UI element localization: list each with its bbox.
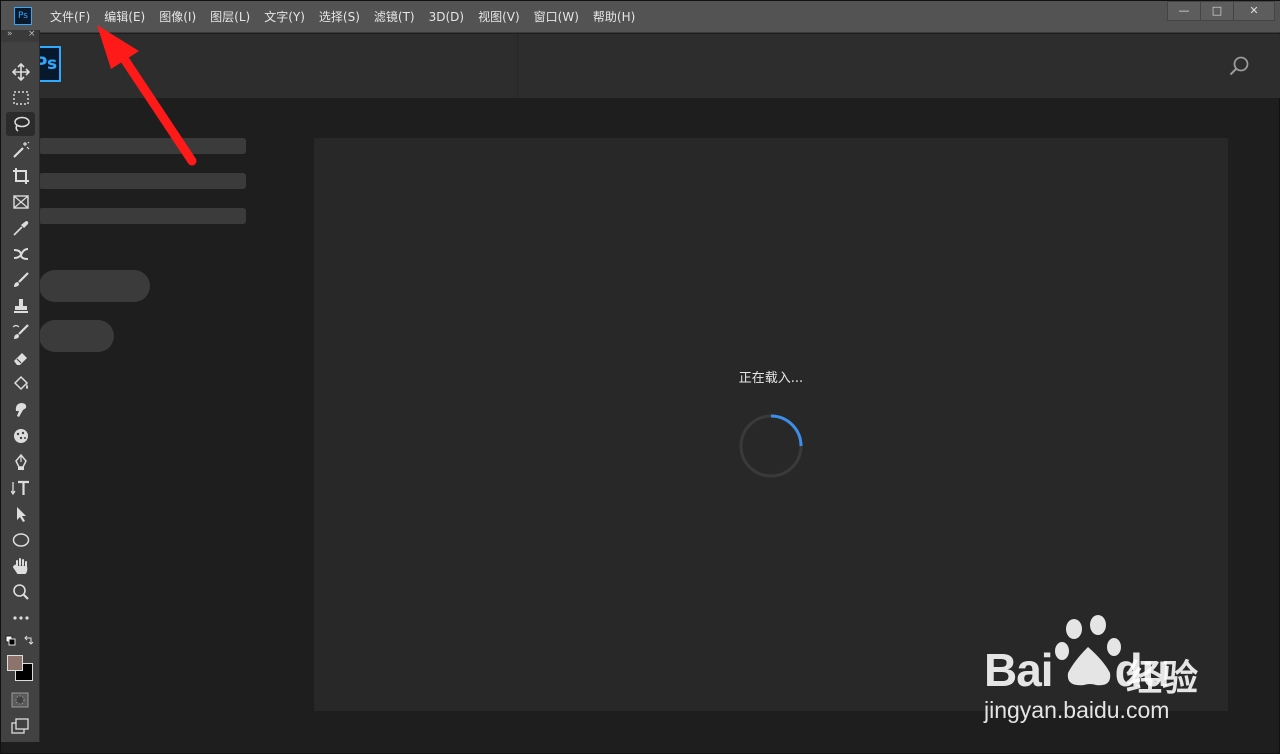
frame-tool-icon[interactable] [9,190,33,214]
sidebar-button-placeholder-2 [39,320,114,352]
default-colors-icon[interactable] [5,635,35,647]
annotation-arrow-icon [97,25,197,166]
marquee-tool-icon[interactable] [9,86,33,110]
menu-window[interactable]: 窗口(W) [527,1,586,33]
app-logo-icon[interactable]: Ps [14,7,32,25]
sponge-tool-icon[interactable] [9,424,33,448]
crop-tool-icon[interactable] [9,164,33,188]
pen-tool-icon[interactable] [9,450,33,474]
header-divider [517,34,518,98]
collapse-panel-icon[interactable]: » [7,29,13,39]
path-selection-tool-icon[interactable] [9,502,33,526]
close-button[interactable]: ✕ [1233,1,1275,21]
more-tools-icon[interactable] [9,606,33,630]
maximize-button[interactable]: □ [1200,1,1234,21]
loading-spinner-icon [739,414,803,478]
screen-mode-icon[interactable] [11,718,29,734]
menu-view[interactable]: 视图(V) [471,1,527,33]
eraser-tool-icon[interactable] [9,346,33,370]
minimize-button[interactable]: — [1167,1,1201,21]
menu-3d[interactable]: 3D(D) [422,1,471,33]
eyedropper-tool-icon[interactable] [9,216,33,240]
menu-file[interactable]: 文件(F) [43,1,97,33]
ellipse-tool-icon[interactable] [9,528,33,552]
loading-text: 正在载入... [738,371,804,386]
lasso-tool-icon[interactable] [6,112,35,136]
quick-mask-icon[interactable] [11,692,29,708]
history-brush-tool-icon[interactable] [9,320,33,344]
sidebar-placeholder-2 [39,173,246,189]
type-tool-icon[interactable] [9,476,33,500]
healing-brush-tool-icon[interactable] [9,242,33,266]
paint-bucket-tool-icon[interactable] [9,372,33,396]
watermark-url-text: jingyan.baidu.com [984,697,1170,723]
hand-tool-icon[interactable] [9,554,33,578]
menu-select[interactable]: 选择(S) [312,1,367,33]
smudge-tool-icon[interactable] [9,398,33,422]
tools-panel: » × [1,29,40,742]
menu-help[interactable]: 帮助(H) [586,1,642,33]
search-icon[interactable] [1229,56,1249,76]
zoom-tool-icon[interactable] [9,580,33,604]
sidebar-button-placeholder-1 [39,270,150,302]
menu-layer[interactable]: 图层(L) [203,1,257,33]
menu-type[interactable]: 文字(Y) [257,1,312,33]
move-tool-icon[interactable] [9,60,33,84]
brush-tool-icon[interactable] [9,268,33,292]
baidu-jingyan-watermark: Bai du 经验 jingyan.baidu.com [976,613,1216,728]
sidebar-placeholder-3 [39,208,246,224]
close-panel-icon[interactable]: × [28,29,36,39]
photoshop-window: Ps 文件(F) 编辑(E) 图像(I) 图层(L) 文字(Y) 选择(S) 滤… [0,0,1280,754]
menu-filter[interactable]: 滤镜(T) [367,1,422,33]
window-controls: — □ ✕ [1167,1,1275,21]
watermark-cn-text: 经验 [1126,658,1199,699]
magic-wand-tool-icon[interactable] [9,138,33,162]
clone-stamp-tool-icon[interactable] [9,294,33,318]
foreground-color-swatch[interactable] [7,655,23,671]
tools-panel-header: » × [1,29,39,42]
